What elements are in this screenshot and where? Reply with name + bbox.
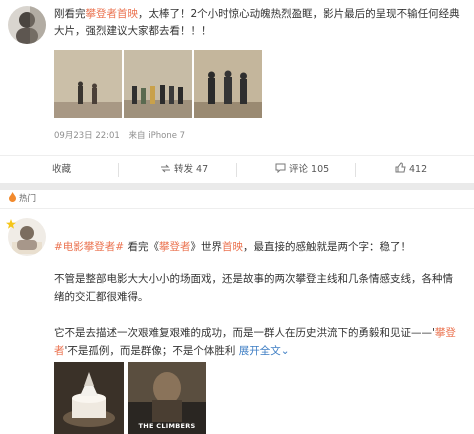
post-photo-poster[interactable]: THE CLIMBERS — [128, 362, 206, 434]
action-bar: 收藏 转发 47 评论 105 412 — [0, 155, 474, 184]
share-icon — [160, 157, 171, 173]
post-photo-cake[interactable] — [54, 362, 124, 434]
weibo-post-1: 刚看完攀登者首映，太棒了！2个小时惊心动魄热烈盈眶，影片最后的呈现不输任何经典大… — [0, 0, 474, 183]
premiere-link[interactable]: 首映 — [222, 241, 243, 253]
divider — [118, 163, 119, 177]
post-body-paragraph-2: 不管是整部电影大大小小的场面戏，还是故事的两次攀登主线和几条情感支线，各种情绪的… — [54, 273, 453, 303]
hot-section-header: 热门 — [0, 190, 474, 209]
source-device: 来自 iPhone 7 — [128, 131, 186, 141]
star-icon — [6, 214, 16, 229]
poster-title: THE CLIMBERS — [138, 422, 196, 430]
cake-icon — [54, 362, 124, 434]
hashtag-link[interactable]: #电影攀登者# — [54, 241, 124, 253]
expand-full-text-link[interactable]: 展开全文⌄ — [239, 345, 290, 357]
divider — [355, 163, 356, 177]
timestamp[interactable]: 09月23日 22:01 — [54, 131, 120, 141]
thumb-up-icon — [395, 157, 406, 173]
avatar-icon — [8, 6, 46, 44]
comment-label: 评论 105 — [289, 164, 330, 175]
repost-button[interactable]: 转发 47 — [160, 156, 208, 184]
comment-button[interactable]: 评论 105 — [275, 156, 329, 184]
fire-icon — [8, 191, 17, 202]
comment-icon — [275, 157, 286, 174]
weibo-post-2: 热门 #电影攀登者# 看完《攀登者》世界首映，最直接的感触就是两个字：稳了！ 不… — [0, 190, 474, 434]
post-body-paragraph-3: 它不是去描述一次艰难复艰难的成功，而是一群人在历史洪流下的勇毅和见证——'攀登者… — [54, 327, 456, 357]
favorite-label: 收藏 — [52, 164, 72, 175]
avatar[interactable] — [8, 6, 46, 44]
post-photo-2[interactable] — [124, 50, 192, 118]
topic-highlight[interactable]: 攀登者首映 — [86, 8, 139, 20]
post-photo-1[interactable] — [54, 50, 122, 118]
divider — [236, 163, 237, 177]
post-body-line1: #电影攀登者# 看完《攀登者》世界首映，最直接的感触就是两个字：稳了！ — [54, 241, 411, 253]
favorite-button[interactable]: 收藏 — [52, 156, 71, 184]
post-photo-3[interactable] — [194, 50, 262, 118]
post-body: 刚看完攀登者首映，太棒了！2个小时惊心动魄热烈盈眶，影片最后的呈现不输任何经典大… — [54, 8, 460, 37]
hot-label: 热门 — [19, 194, 37, 204]
repost-label: 转发 47 — [174, 164, 209, 175]
chevron-down-icon: ⌄ — [280, 345, 290, 357]
like-count: 412 — [409, 164, 428, 175]
movie-title-link[interactable]: 攀登者 — [159, 241, 191, 253]
like-button[interactable]: 412 — [395, 156, 427, 184]
post-meta: 09月23日 22:01 来自 iPhone 7 — [54, 129, 191, 141]
